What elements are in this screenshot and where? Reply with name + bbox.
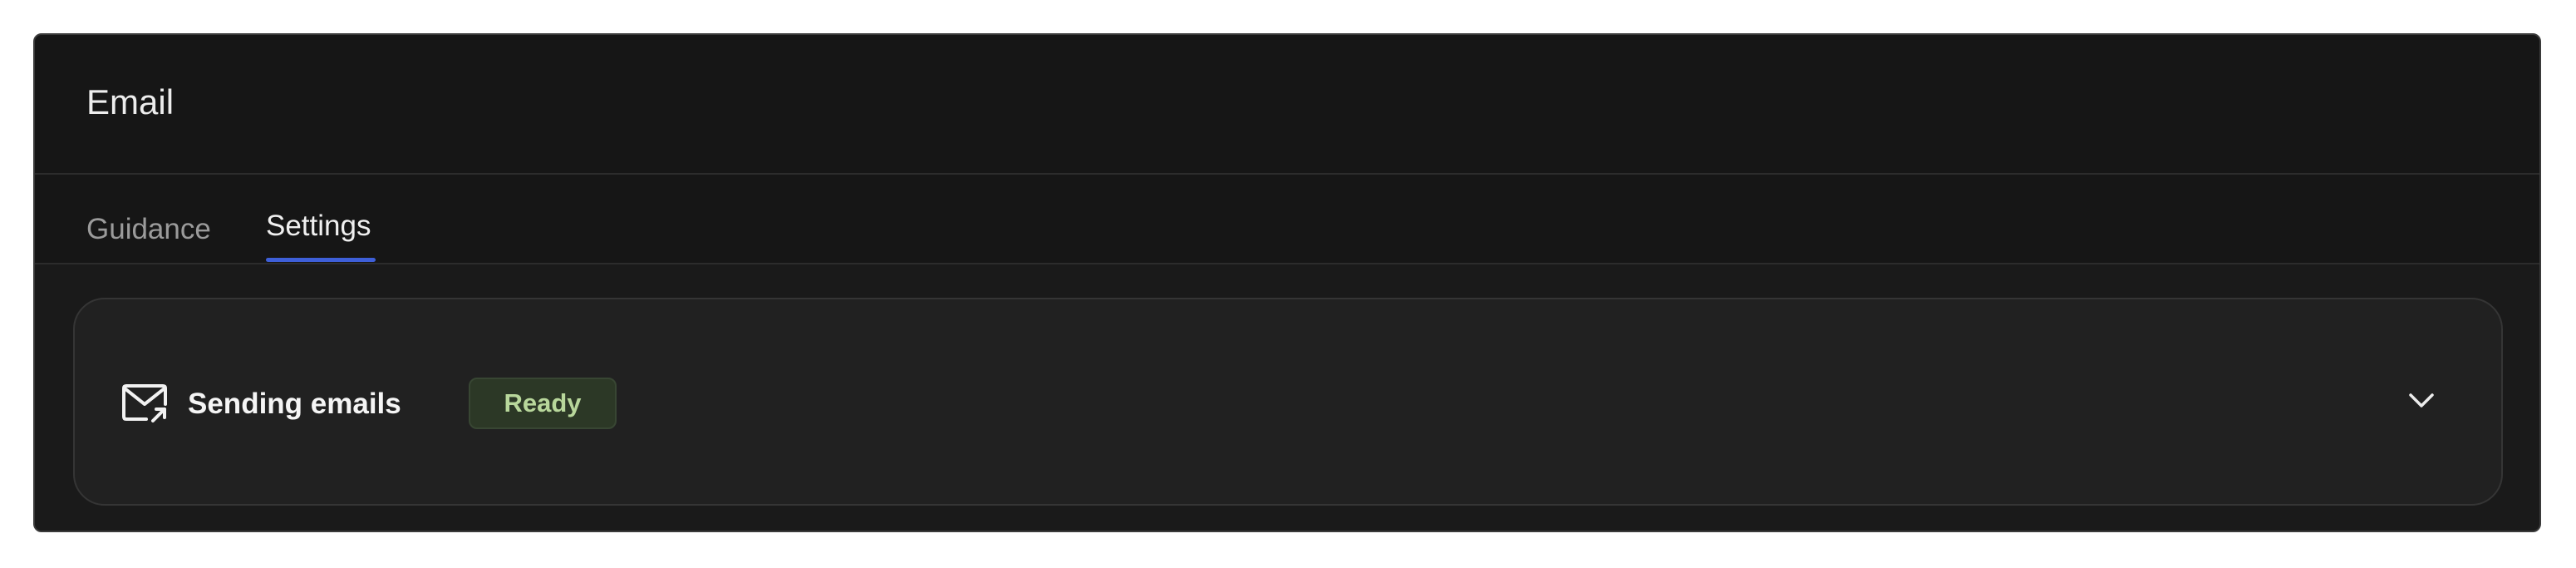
card-title: Sending emails (188, 388, 401, 420)
tab-bar: Guidance Settings (35, 175, 2539, 264)
tab-guidance[interactable]: Guidance (86, 175, 211, 263)
status-badge: Ready (469, 378, 617, 429)
panel-header: Email (35, 35, 2539, 175)
active-tab-indicator (266, 258, 376, 262)
tab-settings[interactable]: Settings (266, 175, 371, 263)
settings-content: Sending emails Ready (35, 264, 2539, 531)
chevron-down-icon[interactable] (2406, 391, 2436, 411)
mail-send-icon (122, 384, 167, 422)
sending-emails-card[interactable]: Sending emails Ready (73, 298, 2503, 506)
page-title: Email (86, 82, 175, 121)
email-panel: Email Guidance Settings Sending emails R… (33, 33, 2541, 532)
